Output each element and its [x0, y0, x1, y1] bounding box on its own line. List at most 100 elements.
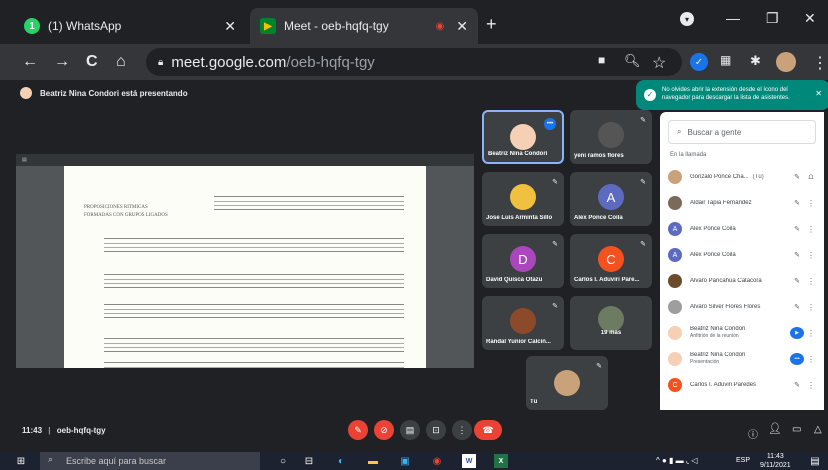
taskbar-search-input[interactable]: ⌕ Escribe aquí para buscar: [40, 452, 260, 470]
store-icon[interactable]: ▣: [398, 454, 412, 468]
edge-icon[interactable]: ◐: [334, 454, 348, 468]
tab-whatsapp[interactable]: 1 (1) WhatsApp ✕: [14, 8, 246, 44]
participant-row[interactable]: Alvaro Paricahua Catacora ✎ ⋮: [660, 268, 824, 294]
page-heading-line: FORMADAS CON GRUPOS LIGADOS: [84, 213, 168, 218]
home-button[interactable]: ⌂: [116, 53, 126, 71]
participant-row[interactable]: A Alex Ponce Coila ✎ ⋮: [660, 242, 824, 268]
participant-row[interactable]: Beatriz Nina Condori Anfitrión de la reun…: [660, 320, 824, 346]
participant-row[interactable]: C Carlos I. Aduviri Paredes ✎ ⋮: [660, 372, 824, 398]
tab-meet[interactable]: ▶ Meet - oeb-hqfq-tgy ◉ ✕: [250, 8, 478, 44]
people-icon[interactable]: 👤︎: [768, 422, 782, 435]
participant-row[interactable]: A Alex Ponce Coila ✎ ⋮: [660, 216, 824, 242]
more-options-icon[interactable]: ⋮: [804, 355, 818, 364]
participant-name-text: Beatriz Nina Condori: [690, 352, 746, 358]
extension-grid-icon[interactable]: ▦: [720, 53, 731, 67]
more-options-icon[interactable]: ⋮: [804, 251, 818, 260]
new-tab-button[interactable]: +: [486, 14, 497, 35]
minimize-button[interactable]: —: [726, 10, 740, 26]
tab-search-icon[interactable]: ▾: [680, 12, 694, 26]
participant-tile[interactable]: ••• Beatriz Nina Condori: [482, 110, 564, 164]
input-language[interactable]: ESP: [736, 457, 750, 464]
mic-off-icon: ✎: [640, 179, 646, 186]
music-staff: [214, 196, 404, 210]
page-heading-line: PROPOSICIONES RITMICAS: [84, 205, 148, 210]
profile-avatar[interactable]: [776, 52, 796, 72]
mic-off-icon: ✎: [640, 117, 646, 124]
speaking-indicator-icon: ▶: [790, 327, 804, 339]
clock-time: 11:43: [766, 453, 784, 460]
participant-role: Anfitrión de la reunión: [690, 333, 739, 339]
reload-button[interactable]: C: [86, 53, 98, 71]
more-options-icon[interactable]: ⋮: [804, 277, 818, 286]
music-staff: [104, 304, 404, 318]
zoom-icon[interactable]: 🔍︎: [624, 53, 641, 69]
leave-call-button[interactable]: ☎: [474, 420, 502, 440]
self-tile[interactable]: ✎ Tú: [526, 356, 608, 410]
participant-row[interactable]: Aldair Tapia Fernández ✎ ⋮: [660, 190, 824, 216]
you-label: (Tú): [752, 173, 764, 180]
present-button[interactable]: ⊡: [426, 420, 446, 440]
forward-button[interactable]: →: [54, 53, 70, 71]
more-options-icon[interactable]: ⋮: [804, 329, 818, 338]
more-options-icon[interactable]: ⋮: [804, 303, 818, 312]
shared-screen: ▤ PROPOSICIONES RITMICAS FORMADAS CON GR…: [16, 154, 474, 368]
activities-icon[interactable]: △: [814, 424, 822, 435]
restore-button[interactable]: ❐: [766, 10, 779, 27]
participant-name: Jose Luis Arminta Sillo: [486, 215, 553, 221]
bookmark-star-icon[interactable]: ☆: [652, 53, 666, 73]
close-tab-icon[interactable]: ✕: [456, 18, 468, 35]
more-options-icon[interactable]: ⋮: [804, 199, 818, 208]
taskbar: ⊞ ⌕ Escribe aquí para buscar ○ ⊟ ◐ ▬ ▣ ◉…: [0, 452, 828, 470]
extensions-puzzle-icon[interactable]: ✱: [750, 53, 761, 69]
close-tab-icon[interactable]: ✕: [224, 18, 236, 35]
participant-name: yeni ramos flores: [574, 153, 624, 159]
participant-row[interactable]: Alvaro Silver Flores Flores ✎ ⋮: [660, 294, 824, 320]
excel-icon[interactable]: X: [494, 454, 508, 468]
speaking-indicator-icon: •••: [790, 353, 804, 365]
participant-row[interactable]: Gonzalo Ponce Cha... (Tú) ✎ ⩍: [660, 164, 824, 190]
more-options-button[interactable]: ⋮: [452, 420, 472, 440]
mic-off-icon: ✎: [596, 363, 602, 370]
search-placeholder: Buscar a gente: [687, 127, 742, 137]
participant-tile[interactable]: D ✎ David Quisca Otazu: [482, 234, 564, 288]
notifications-icon[interactable]: ▤: [808, 454, 822, 468]
camera-icon[interactable]: ■: [598, 53, 605, 67]
pin-icon[interactable]: ⩍: [804, 172, 818, 182]
task-view-icon[interactable]: ⊟: [302, 454, 316, 468]
windows-start-icon[interactable]: ⊞: [14, 454, 28, 468]
close-window-button[interactable]: ✕: [804, 10, 816, 27]
more-participants-tile[interactable]: 19 más: [570, 296, 652, 350]
people-search-input[interactable]: ⌕ Buscar a gente: [668, 120, 816, 144]
system-tray-icons[interactable]: ^ ● ▮ ▬ ◟ ◁: [656, 456, 697, 465]
mic-off-icon: ✎: [640, 241, 646, 248]
participant-row[interactable]: Beatriz Nina Condori Presentación ••• ⋮: [660, 346, 824, 372]
captions-button[interactable]: ▤: [400, 420, 420, 440]
extension-check-icon[interactable]: ✓: [690, 53, 708, 71]
task-view-icon[interactable]: ○: [276, 454, 290, 468]
participant-tile[interactable]: ✎ yeni ramos flores: [570, 110, 652, 164]
camera-off-button[interactable]: ⊘: [374, 420, 394, 440]
word-icon[interactable]: W: [462, 454, 476, 468]
info-icon[interactable]: ⓘ: [748, 426, 758, 441]
people-panel: ⌕ Buscar a gente En la llamada Gonzalo P…: [660, 112, 824, 410]
more-options-icon[interactable]: ⋮: [804, 225, 818, 234]
participant-name: Alex Ponce Coila: [690, 226, 790, 233]
presenter-avatar: [20, 87, 32, 99]
more-options-icon[interactable]: ⋮: [804, 381, 818, 390]
participant-tile[interactable]: ✎ Jose Luis Arminta Sillo: [482, 172, 564, 226]
tab-title: (1) WhatsApp: [48, 19, 122, 33]
taskbar-clock[interactable]: 11:43 9/11/2021: [760, 452, 791, 470]
mic-off-button[interactable]: ✎: [348, 420, 368, 440]
participant-tile[interactable]: A ✎ Alex Ponce Coila: [570, 172, 652, 226]
chat-icon[interactable]: ▭: [792, 424, 801, 435]
back-button[interactable]: ←: [22, 53, 38, 71]
tab-title: Meet - oeb-hqfq-tgy: [284, 19, 389, 33]
chrome-icon[interactable]: ◉: [430, 454, 444, 468]
participant-name-text: Beatriz Nina Condori: [690, 326, 746, 332]
check-circle-icon: ✓: [644, 89, 656, 101]
participant-tile[interactable]: C ✎ Carlos I. Aduviri Pare...: [570, 234, 652, 288]
participant-tile[interactable]: ✎ Randal Yunior Calcin...: [482, 296, 564, 350]
file-explorer-icon[interactable]: ▬: [366, 454, 380, 468]
browser-menu-icon[interactable]: ⋮: [812, 53, 828, 73]
close-icon[interactable]: ✕: [815, 90, 822, 98]
